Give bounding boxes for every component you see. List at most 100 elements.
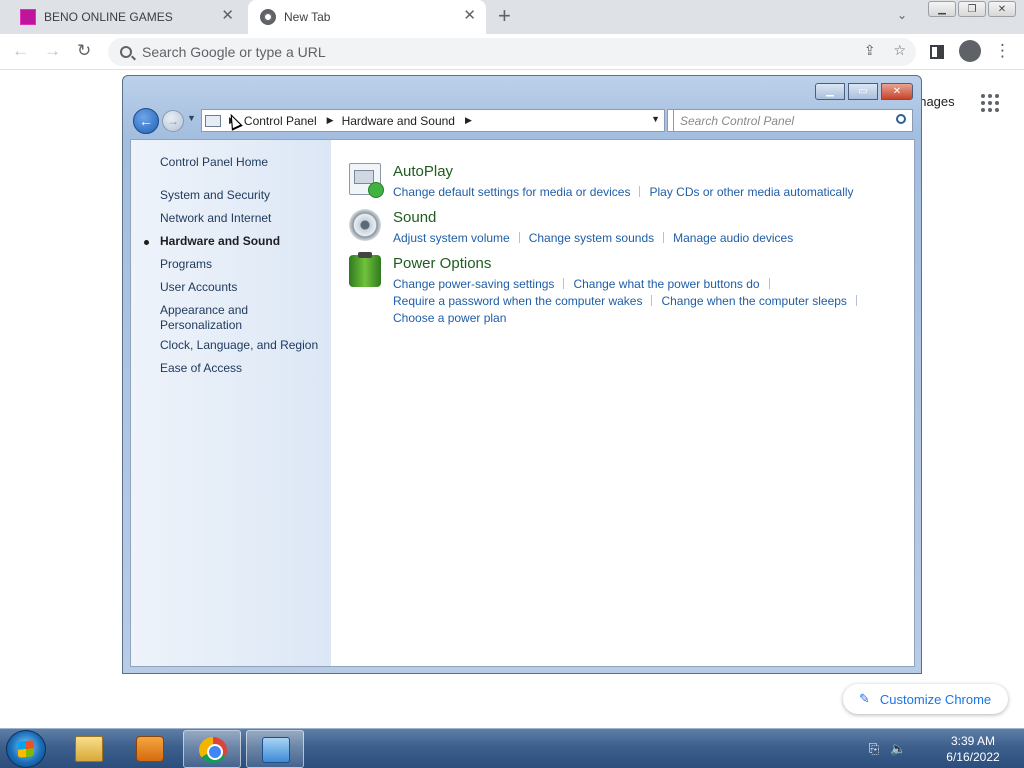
link-change-sleep-time[interactable]: Change when the computer sleeps [661, 293, 846, 310]
sidebar-item-appearance-and-personalization[interactable]: Appearance and Personalization [160, 303, 270, 333]
reload-icon[interactable]: ↻ [77, 40, 91, 62]
link-separator [663, 232, 665, 243]
close-window-button[interactable]: ✕ [988, 1, 1016, 17]
breadcrumb-hardware-and-sound[interactable]: Hardware and Sound [342, 114, 455, 128]
autoplay-icon[interactable] [349, 163, 384, 198]
link-separator [639, 186, 641, 197]
bookmark-star-icon[interactable]: ☆ [893, 42, 906, 58]
taskbar-clock[interactable]: 3:39 AM 6/16/2022 [930, 733, 1016, 765]
beno-favicon-icon [20, 9, 36, 25]
new-tab-plus-icon[interactable]: + [498, 4, 511, 28]
sidebar-item-programs[interactable]: Programs [160, 257, 212, 272]
tab-search-chevron-icon[interactable]: ⌄ [897, 8, 907, 22]
taskbar-chrome[interactable] [183, 730, 241, 768]
control-panel-body: Control Panel Home System and Security N… [130, 139, 915, 667]
restore-window-button[interactable]: ❐ [958, 1, 986, 17]
link-separator [518, 232, 520, 243]
breadcrumb-control-panel[interactable]: Control Panel [244, 114, 317, 128]
taskbar-media-player[interactable] [121, 730, 179, 768]
link-change-power-buttons[interactable]: Change what the power buttons do [573, 276, 759, 293]
link-change-default-settings[interactable]: Change default settings for media or dev… [393, 184, 630, 201]
omnibox[interactable]: Search Google or type a URL ⇪ ☆ [108, 38, 916, 66]
speaker-icon[interactable] [349, 209, 381, 241]
link-play-cds[interactable]: Play CDs or other media automatically [649, 184, 853, 201]
link-separator [768, 278, 770, 289]
back-arrow-icon[interactable]: ← [12, 40, 29, 62]
cp-maximize-button[interactable]: ▭ [848, 83, 878, 100]
control-panel-navigation-bar: ← → ▼ ▶ Control Panel ▶ Hardware and Sou… [131, 107, 915, 135]
profile-avatar-icon[interactable] [959, 40, 981, 62]
control-panel-sidebar: Control Panel Home System and Security N… [131, 140, 331, 666]
link-choose-power-plan[interactable]: Choose a power plan [393, 310, 506, 327]
sidebar-item-system-and-security[interactable]: System and Security [160, 188, 270, 203]
control-panel-window: ▁ ▭ ✕ ← → ▼ ▶ Control Panel ▶ Hardware a… [122, 75, 922, 674]
link-adjust-system-volume[interactable]: Adjust system volume [393, 230, 510, 247]
chrome-tab-strip: BENO ONLINE GAMES ✕ New Tab ✕ + ⌄ ▁ ❐ ✕ [0, 0, 1024, 34]
media-player-icon [136, 736, 164, 762]
sidebar-item-network-and-internet[interactable]: Network and Internet [160, 211, 271, 226]
share-icon[interactable]: ⇪ [864, 42, 876, 58]
side-panel-icon[interactable] [930, 45, 944, 59]
customize-chrome-button[interactable]: ✎ Customize Chrome [843, 684, 1008, 714]
cp-close-button[interactable]: ✕ [881, 83, 913, 100]
active-item-bullet-icon [144, 240, 149, 245]
tab-title: BENO ONLINE GAMES [44, 10, 173, 24]
chrome-menu-icon[interactable]: ⋮ [994, 40, 1011, 62]
pencil-icon: ✎ [859, 691, 870, 706]
cp-minimize-button[interactable]: ▁ [815, 83, 845, 100]
link-separator [651, 295, 653, 306]
sidebar-item-clock-language-region[interactable]: Clock, Language, and Region [160, 338, 318, 353]
link-require-password-on-wake[interactable]: Require a password when the computer wak… [393, 293, 642, 310]
close-tab-icon[interactable]: ✕ [463, 8, 476, 24]
control-panel-icon [262, 737, 290, 763]
close-tab-icon[interactable]: ✕ [221, 8, 234, 24]
taskbar-control-panel[interactable] [246, 730, 304, 768]
folder-icon [75, 736, 103, 762]
battery-icon[interactable] [349, 252, 381, 287]
link-change-system-sounds[interactable]: Change system sounds [529, 230, 654, 247]
search-control-panel-input[interactable]: Search Control Panel [673, 109, 913, 132]
cp-forward-arrow-icon[interactable]: → [162, 110, 184, 132]
category-title-sound[interactable]: Sound [393, 209, 436, 226]
sidebar-item-user-accounts[interactable]: User Accounts [160, 280, 237, 295]
search-icon[interactable] [896, 114, 906, 124]
chrome-toolbar: ← → ↻ Search Google or type a URL ⇪ ☆ ⋮ [0, 34, 1024, 70]
sidebar-item-control-panel-home[interactable]: Control Panel Home [160, 155, 268, 170]
customize-chrome-label: Customize Chrome [879, 691, 992, 707]
google-apps-icon[interactable] [981, 94, 999, 112]
tab-new-tab[interactable]: New Tab ✕ [248, 0, 486, 34]
clock-time: 3:39 AM [950, 734, 996, 748]
start-button-windows-logo-icon[interactable] [6, 730, 46, 768]
recent-pages-dropdown-icon[interactable]: ▼ [187, 113, 196, 123]
breadcrumb-chevron-icon[interactable]: ▶ [327, 115, 334, 126]
tab-beno-online-games[interactable]: BENO ONLINE GAMES ✕ [0, 0, 244, 34]
network-tray-icon[interactable]: ⎘ [866, 741, 882, 757]
minimize-window-button[interactable]: ▁ [928, 1, 956, 17]
sidebar-item-ease-of-access[interactable]: Ease of Access [160, 361, 242, 376]
category-title-autoplay[interactable]: AutoPlay [393, 163, 453, 180]
browser-window-controls: ▁ ❐ ✕ [928, 1, 1018, 17]
forward-arrow-icon[interactable]: → [44, 40, 61, 62]
tab-title: New Tab [284, 10, 331, 24]
windows-taskbar: ⎘ 🔈 3:39 AM 6/16/2022 [0, 728, 1024, 768]
clock-date: 6/16/2022 [946, 750, 1000, 764]
chrome-favicon-icon [260, 9, 276, 25]
link-manage-audio-devices[interactable]: Manage audio devices [673, 230, 793, 247]
control-panel-content: AutoPlay Change default settings for med… [331, 140, 914, 666]
link-separator [563, 278, 565, 289]
control-panel-caption-buttons: ▁ ▭ ✕ [815, 83, 913, 100]
sound-links: Adjust system volume Change system sounds… [393, 230, 793, 247]
link-change-power-saving-settings[interactable]: Change power-saving settings [393, 276, 554, 293]
category-title-power-options[interactable]: Power Options [393, 255, 491, 272]
link-separator [855, 295, 857, 306]
cp-back-arrow-icon[interactable]: ← [133, 108, 159, 134]
taskbar-file-explorer[interactable] [60, 730, 118, 768]
volume-tray-icon[interactable]: 🔈 [890, 741, 906, 757]
search-placeholder: Search Control Panel [680, 114, 795, 128]
address-dropdown-icon[interactable]: ▼ [651, 114, 660, 124]
sidebar-item-hardware-and-sound: Hardware and Sound [160, 234, 281, 248]
power-options-links: Change power-saving settings Change what … [393, 276, 866, 327]
address-bar[interactable]: ▶ Control Panel ▶ Hardware and Sound ▶ ▼ [201, 109, 665, 132]
breadcrumb-chevron-icon[interactable]: ▶ [465, 115, 472, 126]
chrome-icon [199, 737, 227, 763]
